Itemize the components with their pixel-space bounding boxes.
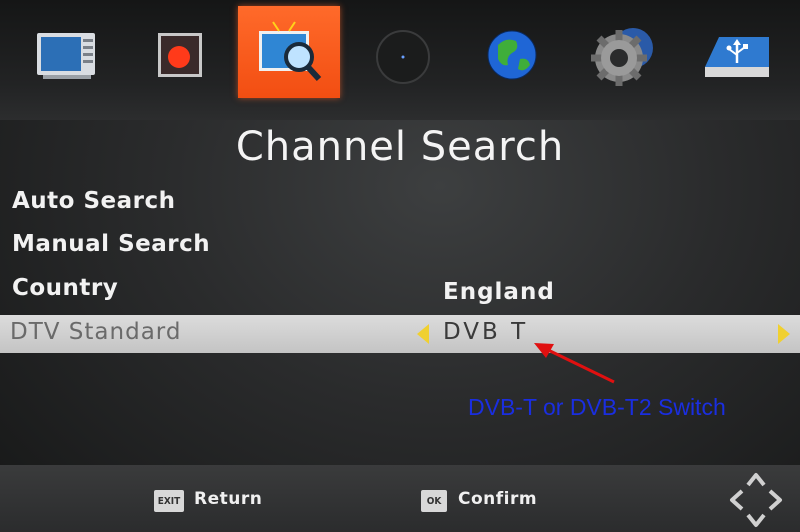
menu-item-auto-search[interactable]: Auto Search	[12, 188, 176, 214]
record-icon[interactable]	[134, 14, 224, 96]
arrow-left-icon[interactable]	[417, 324, 429, 344]
annotation-text: DVB-T or DVB-T2 Switch	[468, 394, 726, 420]
picture-settings-icon[interactable]	[24, 14, 114, 96]
dtv-standard-label: DTV Standard	[10, 319, 182, 345]
arrow-right-icon[interactable]	[778, 324, 790, 344]
dtv-standard-value: DVB T	[443, 319, 529, 345]
bottom-bar: EXIT Return OK Confirm	[0, 465, 800, 532]
annotation-arrow-icon	[534, 343, 615, 384]
country-value: England	[443, 279, 555, 305]
confirm-label[interactable]: Confirm	[458, 489, 537, 509]
blank-circle-icon[interactable]	[358, 14, 448, 96]
top-menu-bar	[0, 0, 800, 120]
menu-item-country[interactable]: Country	[12, 275, 118, 301]
usb-icon[interactable]	[692, 14, 782, 96]
menu-item-dtv-standard[interactable]: DTV Standard DVB T	[0, 315, 800, 353]
system-gear-icon[interactable]	[578, 14, 668, 96]
return-label[interactable]: Return	[194, 489, 262, 509]
menu-item-manual-search[interactable]: Manual Search	[12, 231, 210, 257]
globe-icon[interactable]	[466, 14, 556, 96]
navigation-dpad-icon	[730, 473, 782, 527]
exit-key-icon: EXIT	[154, 490, 184, 512]
ok-key-icon: OK	[421, 490, 447, 512]
page-title: Channel Search	[235, 124, 565, 170]
channel-search-icon[interactable]	[238, 6, 340, 98]
